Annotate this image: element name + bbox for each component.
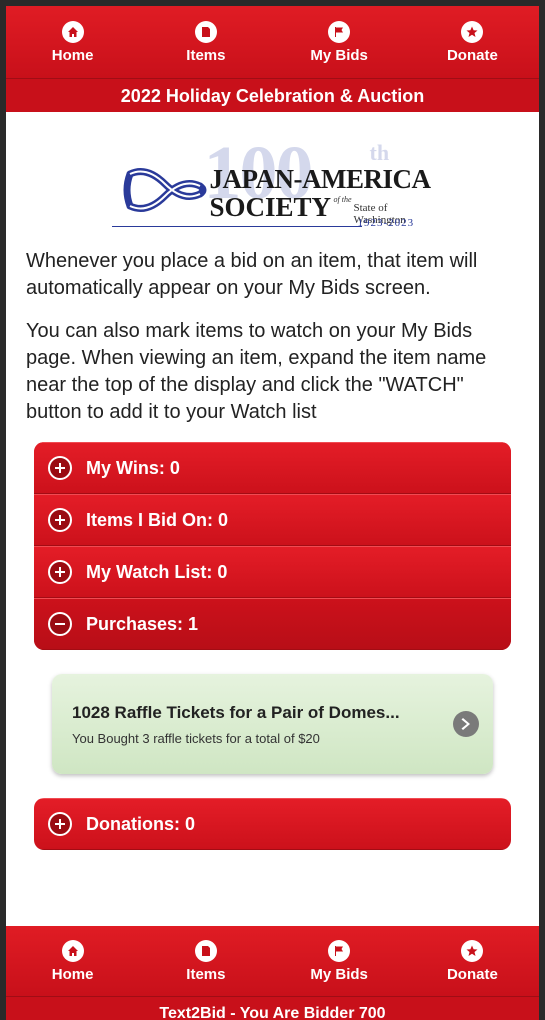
knot-logo-icon [123, 168, 206, 212]
nav-my-bids[interactable]: My Bids [273, 6, 406, 78]
top-nav-bar: Home Items My Bids Donate [6, 6, 539, 78]
plus-icon [48, 508, 72, 532]
nav-donate-label: Donate [446, 46, 498, 64]
bottom-nav-home-label: Home [51, 965, 94, 983]
section-watch-list-label: My Watch List: 0 [86, 561, 228, 582]
section-items-bid-on-label: Items I Bid On: 0 [86, 509, 229, 530]
logo-of-the: of the [333, 195, 352, 204]
bottom-nav-items-label: Items [186, 965, 226, 983]
plus-icon [48, 456, 72, 480]
logo-line2: SOCIETY [209, 192, 332, 222]
society-logo: 100 th JAPAN-AMERICA SOCIETY of the Stat… [108, 131, 438, 232]
nav-my-bids-label: My Bids [310, 46, 368, 64]
nav-items-label: Items [186, 46, 226, 64]
section-my-wins[interactable]: My Wins: 0 [34, 442, 511, 494]
bottom-nav-items[interactable]: Items [139, 926, 272, 996]
main-content: 100 th JAPAN-AMERICA SOCIETY of the Stat… [6, 112, 539, 926]
logo-rule [111, 226, 362, 227]
bottom-nav-home[interactable]: Home [6, 926, 139, 996]
flag-icon [328, 20, 351, 43]
star-icon [461, 939, 484, 962]
section-watch-list[interactable]: My Watch List: 0 [34, 546, 511, 598]
nav-home-label: Home [51, 46, 94, 64]
section-donations-label: Donations: 0 [86, 813, 196, 834]
items-icon [194, 20, 217, 43]
star-icon [461, 20, 484, 43]
bottom-nav-donate[interactable]: Donate [406, 926, 539, 996]
home-icon [61, 20, 84, 43]
page-title: 2022 Holiday Celebration & Auction [6, 78, 539, 112]
section-purchases[interactable]: Purchases: 1 [34, 598, 511, 650]
purchase-item[interactable]: 1028 Raffle Tickets for a Pair of Domes.… [52, 674, 493, 774]
bidder-status-footer: Text2Bid - You Are Bidder 700 [6, 996, 539, 1020]
plus-icon [48, 812, 72, 836]
bottom-nav-my-bids[interactable]: My Bids [273, 926, 406, 996]
purchase-item-title: 1028 Raffle Tickets for a Pair of Domes.… [72, 702, 400, 722]
bottom-nav-my-bids-label: My Bids [310, 965, 368, 983]
app-frame: Home Items My Bids Donate 2022 Holiday C… [0, 0, 545, 1020]
home-icon [61, 939, 84, 962]
flag-icon [328, 939, 351, 962]
nav-home[interactable]: Home [6, 6, 139, 78]
logo-anniversary-suffix: th [369, 140, 390, 165]
bottom-nav-donate-label: Donate [446, 965, 498, 983]
nav-donate[interactable]: Donate [406, 6, 539, 78]
section-donations[interactable]: Donations: 0 [34, 798, 511, 850]
info-paragraph-1: Whenever you place a bid on an item, tha… [26, 250, 478, 299]
purchases-panel: 1028 Raffle Tickets for a Pair of Domes.… [34, 650, 511, 798]
logo-years: 1923-2023 [357, 217, 415, 229]
chevron-right-icon[interactable] [453, 711, 479, 737]
info-paragraph-2: You can also mark items to watch on your… [26, 320, 487, 423]
minus-icon [48, 612, 72, 636]
section-items-bid-on[interactable]: Items I Bid On: 0 [34, 494, 511, 546]
items-icon [194, 939, 217, 962]
section-purchases-label: Purchases: 1 [86, 613, 199, 634]
purchase-item-subtitle: You Bought 3 raffle tickets for a total … [72, 730, 320, 746]
logo-line1: JAPAN-AMERICA [209, 164, 431, 194]
section-my-wins-label: My Wins: 0 [86, 457, 180, 478]
nav-items[interactable]: Items [139, 6, 272, 78]
bids-accordion: My Wins: 0 Items I Bid On: 0 My Watch Li… [34, 442, 511, 650]
purchase-item-text: 1028 Raffle Tickets for a Pair of Domes.… [72, 703, 443, 746]
donations-accordion: Donations: 0 [34, 798, 511, 850]
plus-icon [48, 560, 72, 584]
bottom-nav-bar: Home Items My Bids Donate [6, 926, 539, 996]
